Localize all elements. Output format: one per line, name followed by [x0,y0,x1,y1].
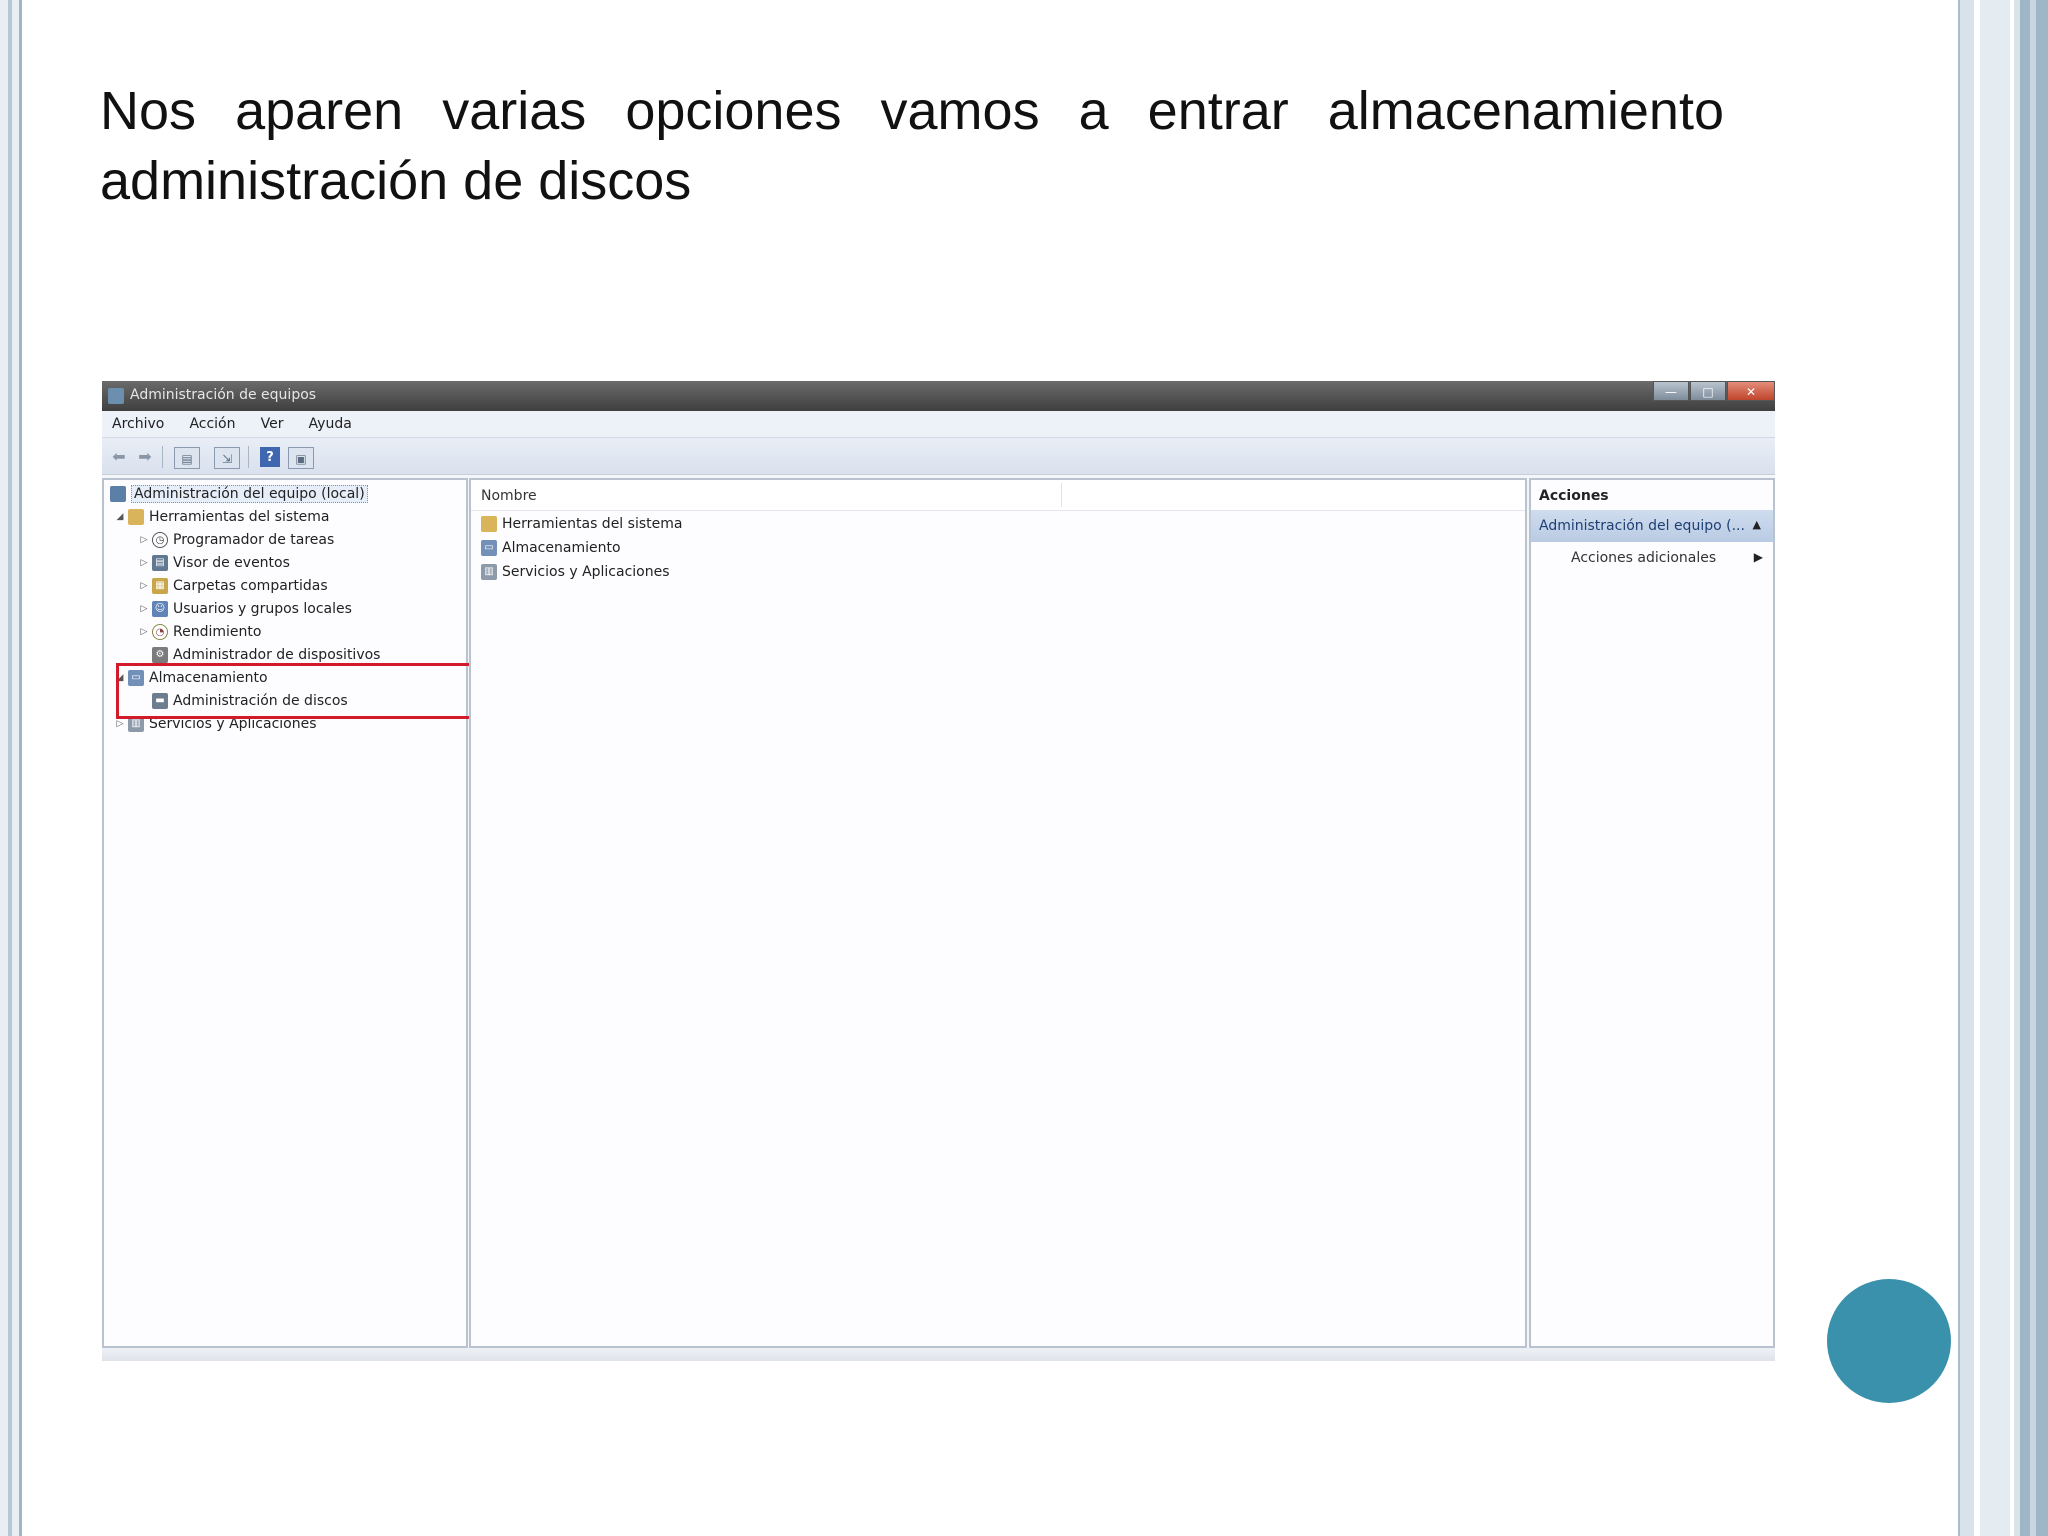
column-divider[interactable] [1061,483,1062,507]
back-arrow-icon[interactable]: ⬅ [108,446,130,468]
slide-right-decoration [1958,0,2048,1536]
tree-item[interactable]: ▷ ▤ Visor de eventos [138,552,290,574]
actions-title: Acciones [1539,488,1609,504]
event-viewer-icon: ▤ [152,555,168,571]
toolbar-separator [248,446,249,468]
collapsed-arrow-icon[interactable]: ▷ [138,621,150,643]
services-icon: ▥ [481,564,497,580]
tree-item[interactable]: ▷ ◔ Rendimiento [138,621,261,643]
navigation-tree-pane: Administración del equipo (local) ◢ Herra… [102,478,468,1348]
menu-accion[interactable]: Acción [179,411,245,437]
show-hide-tree-icon[interactable]: ▤ [174,447,200,469]
list-item[interactable]: ▥ Servicios y Aplicaciones [479,561,670,583]
actions-section-header[interactable]: Administración del equipo (... ▲ [1531,510,1773,542]
actions-section-label: Administración del equipo (... [1539,518,1745,534]
collapsed-arrow-icon[interactable]: ▷ [138,529,150,551]
storage-icon: ▭ [481,540,497,556]
status-bar [102,1348,1775,1361]
actions-header: Acciones [1531,480,1773,511]
tree-item[interactable]: ▷ ◷ Programador de tareas [138,529,334,551]
users-icon: ☺ [152,601,168,617]
slide-title: Nos aparen varias opciones vamos a entra… [100,81,1724,211]
computer-management-window: Administración de equipos — □ ✕ Archivo … [102,381,1775,1361]
minimize-button[interactable]: — [1653,381,1689,401]
performance-icon: ◔ [152,624,168,640]
tree-item[interactable]: ▷ ▦ Carpetas compartidas [138,575,328,597]
action-pane-icon[interactable]: ▣ [288,447,314,469]
list-item-label: Servicios y Aplicaciones [502,564,670,580]
tree-item-label: Herramientas del sistema [149,509,330,525]
toolbar: ⬅ ➡ ▤ ⇲ ? ▣ [102,438,1775,475]
help-icon[interactable]: ? [260,447,280,467]
tree-item[interactable]: ▷ ☺ Usuarios y grupos locales [138,598,352,620]
list-item[interactable]: ▭ Almacenamiento [479,537,621,559]
computer-icon [110,486,126,502]
window-titlebar: Administración de equipos — □ ✕ [102,381,1775,411]
menu-archivo[interactable]: Archivo [102,411,174,437]
window-title: Administración de equipos [130,387,317,403]
action-acciones-adicionales[interactable]: Acciones adicionales [1571,550,1716,566]
actions-pane: Acciones Administración del equipo (... … [1529,478,1775,1348]
clock-icon: ◷ [152,532,168,548]
forward-arrow-icon[interactable]: ➡ [134,446,156,468]
tree-item[interactable]: Administración del equipo (local) [108,483,368,505]
computer-management-icon [108,388,124,404]
collapse-caret-icon[interactable]: ▲ [1753,518,1761,531]
export-list-icon[interactable]: ⇲ [214,447,240,469]
column-header[interactable]: Nombre [471,480,1525,511]
tree-item-label: Carpetas compartidas [173,578,328,594]
toolbar-separator [162,446,163,468]
slide-left-border [0,0,22,1536]
tools-icon [481,516,497,532]
tree-item[interactable]: ◢ Herramientas del sistema [114,506,329,528]
highlight-box [116,663,506,719]
decorative-circle [1827,1279,1951,1403]
tree-item-label: Administrador de dispositivos [173,647,381,663]
window-controls: — □ ✕ [1652,381,1775,403]
collapsed-arrow-icon[interactable]: ▷ [138,552,150,574]
maximize-button[interactable]: □ [1690,381,1726,401]
submenu-arrow-icon[interactable]: ▶ [1754,550,1763,564]
tree-item-label: Programador de tareas [173,532,335,548]
list-item-label: Almacenamiento [502,540,621,556]
list-item-label: Herramientas del sistema [502,516,683,532]
list-item[interactable]: Herramientas del sistema [479,513,682,535]
collapsed-arrow-icon[interactable]: ▷ [138,598,150,620]
menu-ayuda[interactable]: Ayuda [299,411,362,437]
tree-item-label: Rendimiento [173,624,262,640]
tree-item-label: Administración del equipo (local) [131,485,368,503]
tree-item-label: Usuarios y grupos locales [173,601,352,617]
tools-icon [128,509,144,525]
expanded-arrow-icon[interactable]: ◢ [114,506,126,528]
content-pane: Nombre Herramientas del sistema ▭ Almacen… [469,478,1527,1348]
close-button[interactable]: ✕ [1727,381,1775,401]
menu-ver[interactable]: Ver [251,411,294,437]
shared-folder-icon: ▦ [152,578,168,594]
tree-item-label: Visor de eventos [173,555,290,571]
collapsed-arrow-icon[interactable]: ▷ [138,575,150,597]
menu-bar: Archivo Acción Ver Ayuda [102,411,1775,438]
column-header-nombre[interactable]: Nombre [481,488,537,504]
device-manager-icon: ⚙ [152,647,168,663]
